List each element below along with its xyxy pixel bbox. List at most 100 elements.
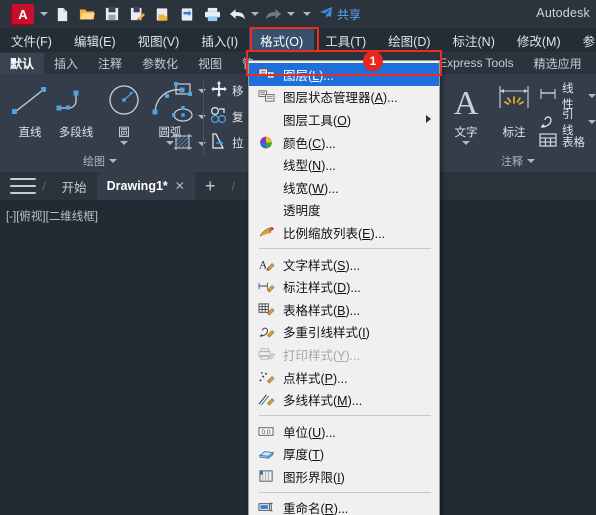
annotation-text-button[interactable]: A 文字 — [442, 78, 490, 145]
draw-polyline-button[interactable]: 多段线 — [52, 78, 100, 140]
share-icon — [319, 6, 333, 22]
menu-item-12[interactable]: 多重引线样式(I) — [249, 321, 439, 344]
circle-icon — [100, 78, 148, 124]
share-button[interactable]: 共享 — [319, 6, 361, 23]
menu-item-3[interactable]: 颜色(C)... — [249, 131, 439, 154]
menu-item-label: 图层工具(O) — [283, 113, 352, 128]
menu-item-18[interactable]: 厚度(T) — [249, 443, 439, 466]
save-icon[interactable] — [101, 3, 123, 25]
draw-hatch-chevron-down-icon[interactable] — [198, 141, 206, 146]
menu-item-14[interactable]: 点样式(P)... — [249, 366, 439, 389]
modify-move-label: 移 — [232, 85, 244, 98]
menu-view[interactable]: 视图(V) — [127, 28, 191, 53]
menu-item-19[interactable]: 图形界限(I) — [249, 465, 439, 488]
cloud-save-icon[interactable] — [176, 3, 198, 25]
draw-rectangle-button[interactable] — [172, 80, 206, 101]
customize-quick-access-icon[interactable] — [303, 12, 311, 16]
new-file-icon[interactable] — [51, 3, 73, 25]
ribbon-tab-parametric[interactable]: 参数化 — [132, 53, 188, 74]
annotation-panel-chevron-down-icon[interactable] — [527, 159, 535, 163]
menu-item-17[interactable]: 0.0 单位(U)... — [249, 420, 439, 443]
draw-circle-button[interactable]: 圆 — [100, 78, 148, 145]
modify-move-button[interactable]: 移 — [210, 80, 244, 101]
draw-line-button[interactable]: 直线 — [6, 78, 54, 140]
annotation-text-chevron-down-icon[interactable] — [462, 141, 470, 145]
ribbon-tab-annotate[interactable]: 注释 — [88, 53, 132, 74]
undo-icon[interactable] — [226, 3, 248, 25]
menu-dimension[interactable]: 标注(N) — [442, 28, 506, 53]
menu-format[interactable]: 格式(O) — [249, 27, 315, 53]
menu-modify[interactable]: 修改(M) — [506, 28, 572, 53]
undo-chevron-down-icon[interactable] — [251, 12, 259, 16]
thickness-icon — [255, 445, 277, 463]
plot-style-icon — [255, 345, 277, 363]
menu-item-21[interactable]: 重命名(R)... — [249, 497, 439, 515]
annotation-panel-title: 注释 — [501, 156, 523, 168]
modify-copy-button[interactable]: 复 — [210, 106, 244, 127]
modify-stretch-button[interactable]: 拉 — [210, 132, 244, 153]
draw-ellipse-button[interactable] — [172, 106, 206, 127]
menu-edit[interactable]: 编辑(E) — [63, 28, 127, 53]
file-tab-start[interactable]: 开始 — [52, 173, 97, 200]
menu-item-label: 厚度(T) — [283, 448, 324, 463]
redo-chevron-down-icon[interactable] — [287, 12, 295, 16]
ribbon-tab-view[interactable]: 视图 — [188, 53, 232, 74]
text-style-icon: A — [255, 255, 277, 273]
draw-ellipse-chevron-down-icon[interactable] — [198, 114, 206, 119]
annotation-leader-chevron-down-icon[interactable] — [588, 120, 596, 124]
menu-separator — [259, 491, 431, 493]
ribbon-tab-featured-apps[interactable]: 精选应用 — [524, 53, 592, 74]
annotation-panel-label[interactable]: 注释 — [440, 153, 596, 169]
ribbon-tab-express-tools[interactable]: Express Tools — [429, 54, 523, 72]
ribbon-tab-default[interactable]: 默认 — [0, 52, 45, 74]
menu-item-10[interactable]: 标注样式(D)... — [249, 275, 439, 298]
menu-item-label: 表格样式(B)... — [283, 303, 361, 318]
step-badge-1: 1 — [363, 51, 383, 71]
menu-item-9[interactable]: A 文字样式(S)... — [249, 253, 439, 276]
menu-item-1[interactable]: 图层状态管理器(A)... — [249, 86, 439, 109]
menu-tools[interactable]: 工具(T) — [314, 28, 377, 53]
menu-item-6[interactable]: 透明度 — [249, 199, 439, 222]
menu-item-5[interactable]: 线宽(W)... — [249, 176, 439, 199]
save-as-icon[interactable] — [126, 3, 148, 25]
file-tab-drawing1[interactable]: Drawing1* ✕ — [96, 172, 195, 200]
draw-hatch-button[interactable] — [172, 132, 206, 155]
annotation-text-label: 文字 — [454, 127, 478, 139]
menu-item-7[interactable]: 比例缩放列表(E)... — [249, 221, 439, 244]
menu-item-4[interactable]: 线型(N)... — [249, 153, 439, 176]
ellipse-icon — [172, 106, 194, 127]
table-icon — [538, 132, 558, 151]
app-menu-chevron-down-icon[interactable] — [40, 12, 48, 16]
menu-parametric[interactable]: 参 — [572, 28, 596, 53]
draw-panel-chevron-down-icon[interactable] — [109, 159, 117, 163]
linear-dim-icon — [538, 87, 558, 106]
menu-item-2[interactable]: 图层工具(O) — [249, 108, 439, 131]
autodesk-app-logo[interactable]: A — [12, 4, 34, 24]
no-icon — [255, 110, 277, 128]
redo-icon[interactable] — [262, 3, 284, 25]
title-bar: A 共享 Autodesk — [0, 0, 596, 28]
menu-insert[interactable]: 插入(I) — [190, 28, 249, 53]
draw-circle-chevron-down-icon[interactable] — [120, 141, 128, 145]
viewport-label[interactable]: [-][俯视][二维线框] — [6, 208, 98, 224]
application-menu-icon[interactable] — [10, 178, 36, 194]
units-icon: 0.0 — [255, 422, 277, 440]
close-icon[interactable]: ✕ — [175, 179, 185, 193]
print-icon[interactable] — [201, 3, 223, 25]
draw-panel-label[interactable]: 绘图 — [0, 153, 200, 169]
annotation-linear-chevron-down-icon[interactable] — [588, 94, 596, 98]
ribbon-tab-insert[interactable]: 插入 — [44, 53, 88, 74]
menu-item-11[interactable]: 表格样式(B)... — [249, 298, 439, 321]
new-tab-button[interactable]: + — [205, 177, 216, 195]
export-icon[interactable] — [151, 3, 173, 25]
annotation-dimension-button[interactable]: 标注 — [490, 78, 538, 140]
menu-item-0[interactable]: 图层(L)... — [249, 63, 439, 86]
open-file-icon[interactable] — [76, 3, 98, 25]
table-style-icon — [255, 300, 277, 318]
menu-file[interactable]: 文件(F) — [0, 28, 63, 53]
draw-rectangle-chevron-down-icon[interactable] — [198, 88, 206, 93]
annotation-table-button[interactable]: 表格 — [538, 132, 585, 151]
menu-draw[interactable]: 绘图(D) — [377, 28, 441, 53]
text-icon: A — [442, 78, 490, 124]
menu-item-15[interactable]: 多线样式(M)... — [249, 388, 439, 411]
